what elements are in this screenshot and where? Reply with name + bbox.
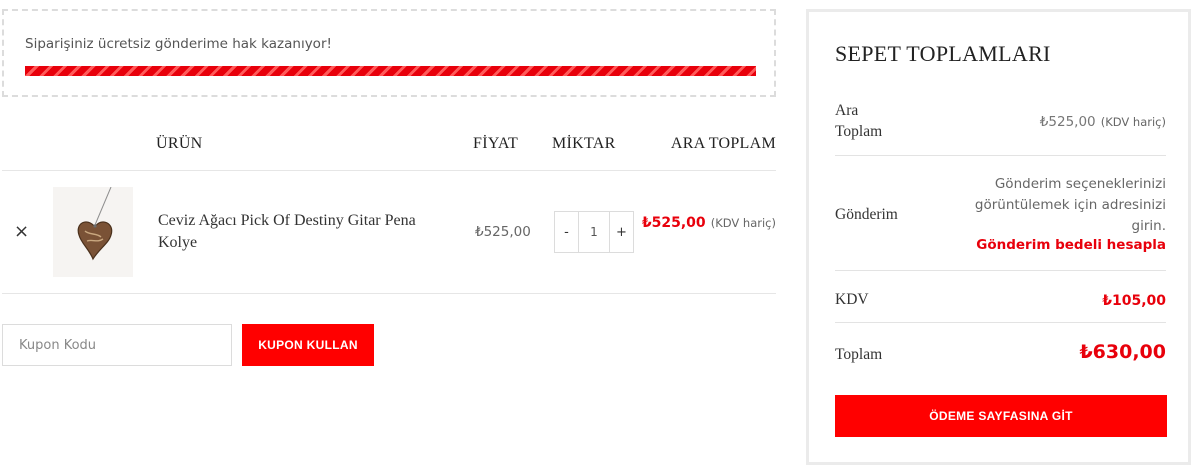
header-subtotal: ARA TOPLAM [670, 135, 776, 152]
header-product: ÜRÜN [156, 135, 203, 152]
product-thumbnail[interactable] [53, 186, 133, 277]
free-shipping-progress-bar [25, 66, 756, 76]
table-header-divider [2, 170, 776, 171]
cart-totals-title: SEPET TOPLAMLARI [835, 41, 1051, 66]
header-quantity: MİKTAR [552, 135, 616, 152]
quantity-increase-button[interactable]: + [609, 212, 633, 252]
quantity-stepper: - + [554, 211, 634, 253]
total-amount: ₺630,00 [1079, 341, 1166, 363]
line-total-tax-note: (KDV hariç) [710, 216, 776, 230]
table-row-divider [2, 293, 776, 294]
header-price: FİYAT [473, 135, 519, 152]
total-label: Toplam [835, 346, 883, 363]
shipping-label: Gönderim [835, 206, 898, 223]
apply-coupon-button[interactable]: KUPON KULLAN [242, 324, 374, 366]
subtotal-value: ₺525,00 (KDV hariç) [1040, 111, 1166, 130]
cart-totals-panel: SEPET TOPLAMLARI Ara Toplam ₺525,00 (KDV… [806, 9, 1191, 465]
tax-label: KDV [835, 291, 869, 308]
free-shipping-message: Siparişiniz ücretsiz gönderime hak kazan… [25, 36, 332, 52]
quantity-decrease-button[interactable]: - [555, 212, 579, 252]
shipping-description: Gönderim seçeneklerinizi görüntülemek iç… [974, 176, 1166, 234]
proceed-to-checkout-button[interactable]: ÖDEME SAYFASINA GİT [835, 395, 1167, 437]
heart-pendant-icon [77, 186, 113, 261]
line-total-amount: ₺525,00 [641, 215, 706, 231]
tax-amount: ₺105,00 [1102, 293, 1166, 309]
line-total: ₺525,00 (KDV hariç) [642, 211, 776, 234]
quantity-input[interactable] [579, 212, 609, 252]
subtotal-amount: ₺525,00 [1039, 114, 1096, 130]
totals-divider [835, 155, 1166, 156]
free-shipping-notice: Siparişiniz ücretsiz gönderime hak kazan… [2, 9, 776, 97]
subtotal-label: Ara Toplam [835, 102, 883, 140]
subtotal-tax-note: (KDV hariç) [1100, 115, 1166, 129]
total-value: ₺630,00 [1079, 341, 1166, 363]
product-unit-price: ₺525,00 [475, 224, 531, 240]
close-icon[interactable]: × [14, 222, 29, 242]
tax-value: ₺105,00 [1102, 290, 1166, 309]
product-name-link[interactable]: Ceviz Ağacı Pick Of Destiny Gitar Pena K… [158, 210, 458, 254]
calculate-shipping-link[interactable]: Gönderim bedeli hesapla [946, 237, 1166, 253]
progress-bar-fill [25, 66, 756, 76]
totals-divider [835, 270, 1166, 271]
totals-divider [835, 322, 1166, 323]
coupon-code-input[interactable] [2, 324, 232, 366]
shipping-info: Gönderim seçeneklerinizi görüntülemek iç… [946, 174, 1166, 253]
